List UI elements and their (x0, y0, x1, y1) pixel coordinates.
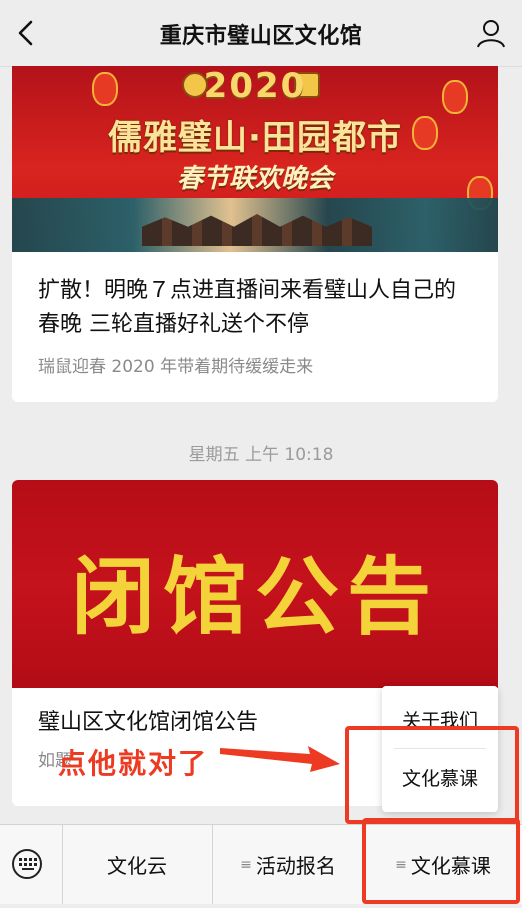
menu-item-culture-cloud[interactable]: 文化云 (62, 825, 213, 904)
article-description: 瑞鼠迎春 2020 年带着期待缓缓走来 (38, 357, 314, 377)
chevron-left-icon (18, 20, 33, 46)
page-title: 重庆市璧山区文化馆 (159, 24, 363, 49)
message-timestamp: 星期五 上午 10:18 (188, 445, 334, 465)
profile-button[interactable] (474, 16, 508, 50)
submenu-icon: ≡ (240, 856, 252, 873)
banner-subhead: 春节联欢晚会 (176, 164, 333, 194)
top-nav-bar: 重庆市璧山区文化馆 (0, 0, 522, 67)
back-button[interactable] (10, 16, 44, 50)
article-cover-image: 闭馆公告 (12, 480, 498, 688)
banner-text: 闭馆公告 (70, 548, 439, 646)
arrow-right-icon (220, 746, 340, 772)
menu-item-label: 文化云 (107, 854, 167, 878)
article-card[interactable]: 2020 儒雅璧山·田园都市 春节联欢晚会 扩散！明晚７点进直播间来看璧山人自己… (12, 66, 498, 402)
highlight-box (345, 726, 519, 824)
banner-headline: 儒雅璧山·田园都市 (108, 118, 402, 158)
highlight-box (362, 818, 520, 904)
keyboard-icon (12, 849, 42, 879)
person-icon (477, 20, 505, 48)
article-title[interactable]: 扩散！明晚７点进直播间来看璧山人自己的春晚 三轮直播好礼送个不停 (38, 274, 476, 342)
keyboard-toggle-button[interactable] (0, 825, 63, 904)
annotation-text: 点他就对了 (58, 747, 209, 780)
menu-item-event-signup[interactable]: ≡ 活动报名 (213, 825, 364, 904)
banner-year: 2020 (203, 66, 307, 106)
menu-item-label: 活动报名 (255, 854, 336, 878)
article-cover-image: 2020 儒雅璧山·田园都市 春节联欢晚会 (12, 66, 498, 252)
